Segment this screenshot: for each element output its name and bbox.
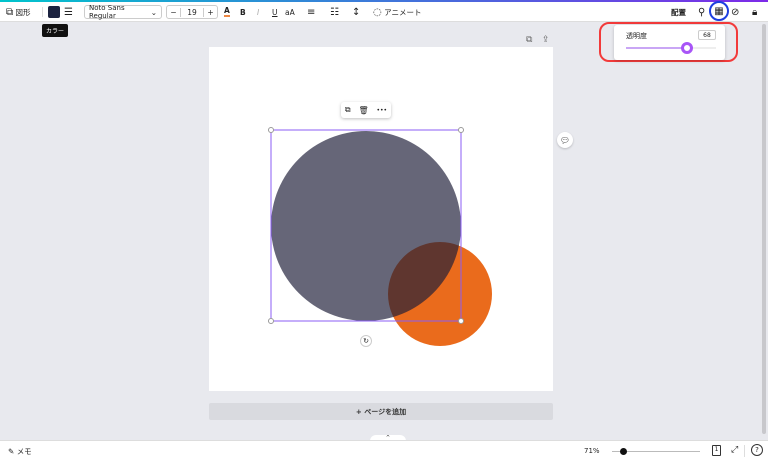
more-icon[interactable]: ••• [376,107,387,114]
floating-toolbar: ⧉ 🗑︎ ••• [341,102,391,118]
help-button[interactable]: ? [751,444,763,456]
trash-icon[interactable]: 🗑︎ [358,106,368,115]
notes-icon: ✎ [8,446,15,456]
fullscreen-icon[interactable]: ⤢ [731,445,738,455]
zoom-thumb[interactable] [620,448,627,455]
resize-handle[interactable] [268,127,274,133]
rotate-icon[interactable]: ↻ [360,335,372,347]
zoom-level: 71% [584,447,600,455]
resize-handle[interactable] [458,318,464,324]
notes-label: メモ [16,446,32,456]
notes-button[interactable]: ✎ メモ [8,444,32,458]
comment-icon[interactable]: 💬︎ [557,132,573,148]
canvas-shapes [270,129,492,346]
transparency-label: 透明度 [626,32,647,40]
transparency-slider[interactable] [626,42,716,54]
copy-icon[interactable]: ⧉ [345,105,351,115]
transparency-input[interactable]: 68 [698,30,716,40]
dark-circle[interactable] [271,131,461,321]
transparency-panel: 透明度 68 [614,25,725,60]
zoom-slider[interactable] [612,448,700,455]
page-count-button[interactable]: 1 [712,445,721,456]
resize-handle[interactable] [268,318,274,324]
add-page-button[interactable]: + ページを追加 [209,403,553,420]
scrollbar[interactable] [762,24,766,434]
bottom-bar: ✎ メモ 71% 1 ⤢ ? [0,440,768,460]
slider-thumb[interactable] [681,42,694,54]
resize-handle[interactable] [458,127,464,133]
